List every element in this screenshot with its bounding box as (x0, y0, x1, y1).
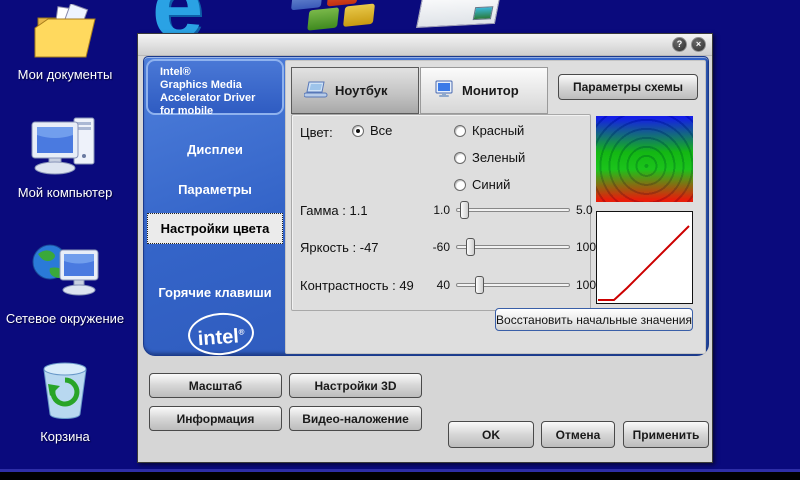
desktop-icon-my-computer[interactable]: Мой компьютер (0, 116, 130, 200)
contrast-label: Контрастность : 49 (300, 278, 414, 293)
settings-3d-button[interactable]: Настройки 3D (289, 373, 422, 398)
brightness-label: Яркость : -47 (300, 240, 379, 255)
slider-thumb[interactable] (466, 238, 475, 256)
folder-documents-icon (32, 4, 98, 65)
desktop-icon-network-places[interactable]: Сетевое окружение (0, 240, 130, 326)
video-overlay-button[interactable]: Видео-наложение (289, 406, 422, 431)
radio-all-colors[interactable]: Все (352, 123, 392, 138)
flag-pane (343, 3, 375, 26)
slider-thumb[interactable] (460, 201, 469, 219)
laptop-icon (304, 81, 328, 101)
radio-icon (352, 125, 364, 137)
gamma-curve-preview (596, 211, 693, 304)
radio-red[interactable]: Красный (454, 123, 524, 138)
radio-green[interactable]: Зеленый (454, 150, 525, 165)
tab-monitor[interactable]: Монитор (420, 67, 548, 114)
tab-label: Ноутбук (335, 83, 388, 98)
color-preview-image (596, 116, 693, 202)
radio-blue[interactable]: Синий (454, 177, 510, 192)
scheme-parameters-button[interactable]: Параметры схемы (558, 74, 698, 100)
information-button[interactable]: Информация (149, 406, 282, 431)
screen-bottom-strip (0, 472, 800, 480)
sidebar-item-color-settings[interactable]: Настройки цвета (147, 213, 283, 244)
recycle-bin-icon (36, 356, 94, 427)
apply-button[interactable]: Применить (623, 421, 709, 448)
desktop-icon-label: Корзина (0, 429, 130, 444)
desktop-icon-my-documents[interactable]: Мои документы (0, 4, 130, 82)
color-label: Цвет: (300, 125, 333, 140)
content-panel: Ноутбук Монитор Параметры схемы Цвет: (285, 60, 706, 354)
radio-icon (454, 152, 466, 164)
brightness-slider-row: Яркость : -47 -60 100 (292, 237, 592, 257)
help-icon[interactable]: ? (672, 37, 687, 52)
logo-line: Intel® (160, 66, 282, 79)
brightness-min: -60 (416, 240, 450, 254)
logo-line: for mobile (160, 105, 282, 118)
gamma-slider[interactable] (456, 208, 570, 212)
contrast-slider[interactable] (456, 283, 570, 287)
scale-button[interactable]: Масштаб (149, 373, 282, 398)
tab-label: Монитор (462, 83, 519, 98)
color-settings-group: Цвет: Все Красный Зеленый Синий (291, 114, 591, 311)
close-icon[interactable]: × (691, 37, 706, 52)
cancel-button[interactable]: Отмена (541, 421, 615, 448)
intel-driver-dialog: ? × Intel® Graphics Media Accelerator Dr… (137, 33, 713, 463)
intel-logo-panel: Intel® Graphics Media Accelerator Driver… (146, 59, 284, 115)
desktop-icon-recycle-bin[interactable]: Корзина (0, 356, 130, 444)
contrast-min: 40 (416, 278, 450, 292)
logo-line: Graphics Media (160, 79, 282, 92)
sidebar-item-hotkeys[interactable]: Горячие клавиши (146, 285, 284, 300)
radio-icon (454, 125, 466, 137)
window-preview-icon[interactable] (416, 0, 502, 28)
logo-line: Accelerator Driver (160, 92, 282, 105)
desktop-icon-label: Сетевое окружение (0, 311, 130, 326)
monitor-icon (433, 80, 455, 101)
desktop-icon-label: Мои документы (0, 67, 130, 82)
window-thumbnail (473, 6, 494, 20)
computer-icon (30, 116, 100, 183)
ok-button[interactable]: OK (448, 421, 534, 448)
windows-flag-icon[interactable] (291, 0, 373, 34)
gamma-slider-row: Гамма : 1.1 1.0 5.0 (292, 200, 592, 220)
network-globe-icon (30, 240, 100, 309)
flag-pane (307, 7, 339, 30)
restore-defaults-button[interactable]: Восстановить начальные значения (495, 308, 693, 331)
contrast-slider-row: Контрастность : 49 40 100 (292, 275, 592, 295)
gamma-label: Гамма : 1.1 (300, 203, 368, 218)
dialog-titlebar[interactable]: ? × (138, 34, 712, 56)
intel-brand-logo: intel® (187, 311, 256, 358)
slider-thumb[interactable] (475, 276, 484, 294)
sidebar-item-displays[interactable]: Дисплеи (146, 142, 284, 157)
sidebar-item-parameters[interactable]: Параметры (146, 182, 284, 197)
desktop-icon-label: Мой компьютер (0, 185, 130, 200)
radio-icon (454, 179, 466, 191)
intel-blue-panel: Intel® Graphics Media Accelerator Driver… (143, 56, 709, 356)
tab-notebook[interactable]: Ноутбук (291, 67, 419, 114)
brightness-slider[interactable] (456, 245, 570, 249)
gamma-min: 1.0 (416, 203, 450, 217)
